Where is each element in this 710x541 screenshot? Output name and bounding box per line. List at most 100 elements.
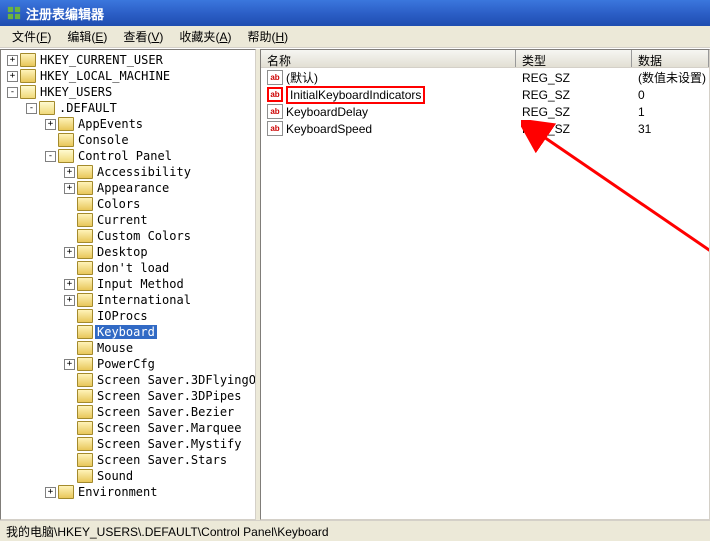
tree-node[interactable]: Screen Saver.3DFlyingObj <box>3 372 256 388</box>
expand-icon[interactable]: + <box>64 279 75 290</box>
tree-label[interactable]: International <box>95 293 193 307</box>
tree-label[interactable]: Custom Colors <box>95 229 193 243</box>
tree-node[interactable]: + International <box>3 292 256 308</box>
folder-icon <box>77 405 93 419</box>
tree-label[interactable]: Screen Saver.Bezier <box>95 405 236 419</box>
expand-icon[interactable]: + <box>7 71 18 82</box>
menu-favorites[interactable]: 收藏夹(A) <box>171 26 239 47</box>
tree-label[interactable]: HKEY_LOCAL_MACHINE <box>38 69 172 83</box>
tree-node[interactable]: Mouse <box>3 340 256 356</box>
collapse-icon[interactable]: - <box>7 87 18 98</box>
expand-icon[interactable]: + <box>64 247 75 258</box>
spacer <box>64 439 75 450</box>
tree-node[interactable]: + AppEvents <box>3 116 256 132</box>
folder-icon <box>77 261 93 275</box>
tree-label[interactable]: Screen Saver.3DFlyingObj <box>95 373 256 387</box>
menu-edit[interactable]: 编辑(E) <box>59 26 115 47</box>
tree-node[interactable]: + Desktop <box>3 244 256 260</box>
tree-node[interactable]: + Environment <box>3 484 256 500</box>
tree-label[interactable]: Screen Saver.Stars <box>95 453 229 467</box>
tree-pane[interactable]: +HKEY_CURRENT_USER+HKEY_LOCAL_MACHINE-HK… <box>0 49 256 520</box>
folder-icon <box>77 309 93 323</box>
tree-label[interactable]: Mouse <box>95 341 135 355</box>
expand-icon[interactable]: + <box>45 119 56 130</box>
expand-icon[interactable]: + <box>64 167 75 178</box>
menu-help[interactable]: 帮助(H) <box>239 26 296 47</box>
tree-label[interactable]: don't load <box>95 261 171 275</box>
list-row[interactable]: abInitialKeyboardIndicatorsREG_SZ0 <box>261 86 709 103</box>
tree-label[interactable]: .DEFAULT <box>57 101 119 115</box>
tree-label[interactable]: HKEY_USERS <box>38 85 114 99</box>
spacer <box>64 391 75 402</box>
tree-node[interactable]: Keyboard <box>3 324 256 340</box>
tree-node[interactable]: Screen Saver.Stars <box>3 452 256 468</box>
list-row[interactable]: ab(默认)REG_SZ(数值未设置) <box>261 69 709 86</box>
tree-label[interactable]: IOProcs <box>95 309 150 323</box>
tree-label[interactable]: Accessibility <box>95 165 193 179</box>
value-name: KeyboardDelay <box>286 105 368 119</box>
tree-node[interactable]: + Input Method <box>3 276 256 292</box>
spacer <box>64 423 75 434</box>
col-header-type[interactable]: 类型 <box>516 50 632 67</box>
string-value-icon: ab <box>267 87 283 102</box>
menu-view[interactable]: 查看(V) <box>115 26 171 47</box>
tree-node[interactable]: + HKEY_CURRENT_USER <box>3 52 256 68</box>
tree-label[interactable]: AppEvents <box>76 117 145 131</box>
tree-label[interactable]: Sound <box>95 469 135 483</box>
tree-label[interactable]: Screen Saver.Marquee <box>95 421 244 435</box>
spacer <box>64 455 75 466</box>
tree-node[interactable]: - .DEFAULT <box>3 100 256 116</box>
tree-label[interactable]: Console <box>76 133 131 147</box>
tree-node[interactable]: don't load <box>3 260 256 276</box>
tree-node[interactable]: Screen Saver.Bezier <box>3 404 256 420</box>
menu-bar: 文件(F) 编辑(E) 查看(V) 收藏夹(A) 帮助(H) <box>0 26 710 48</box>
tree-node[interactable]: + HKEY_LOCAL_MACHINE <box>3 68 256 84</box>
tree-node[interactable]: + Appearance <box>3 180 256 196</box>
expand-icon[interactable]: + <box>64 359 75 370</box>
tree-label[interactable]: Screen Saver.Mystify <box>95 437 244 451</box>
tree-label[interactable]: Screen Saver.3DPipes <box>95 389 244 403</box>
tree-label[interactable]: Environment <box>76 485 159 499</box>
tree-label[interactable]: Desktop <box>95 245 150 259</box>
list-row[interactable]: abKeyboardDelayREG_SZ1 <box>261 103 709 120</box>
tree-node[interactable]: - Control Panel <box>3 148 256 164</box>
expand-icon[interactable]: + <box>45 487 56 498</box>
tree-node[interactable]: Current <box>3 212 256 228</box>
tree-node[interactable]: Custom Colors <box>3 228 256 244</box>
folder-icon <box>77 197 93 211</box>
tree-label[interactable]: Colors <box>95 197 142 211</box>
collapse-icon[interactable]: - <box>45 151 56 162</box>
tree-label[interactable]: Keyboard <box>95 325 157 339</box>
tree-node[interactable]: Screen Saver.3DPipes <box>3 388 256 404</box>
expand-icon[interactable]: + <box>64 295 75 306</box>
menu-file[interactable]: 文件(F) <box>4 26 59 47</box>
folder-icon <box>77 293 93 307</box>
tree-node[interactable]: Screen Saver.Marquee <box>3 420 256 436</box>
tree-label[interactable]: Appearance <box>95 181 171 195</box>
tree-node[interactable]: Screen Saver.Mystify <box>3 436 256 452</box>
expand-icon[interactable]: + <box>64 183 75 194</box>
tree-node[interactable]: - HKEY_USERS <box>3 84 256 100</box>
tree-node[interactable]: + PowerCfg <box>3 356 256 372</box>
value-type: REG_SZ <box>516 88 632 102</box>
spacer <box>64 407 75 418</box>
value-name: (默认) <box>286 69 318 86</box>
col-header-data[interactable]: 数据 <box>632 50 709 67</box>
tree-node[interactable]: Colors <box>3 196 256 212</box>
tree-node[interactable]: Console <box>3 132 256 148</box>
tree-node[interactable]: IOProcs <box>3 308 256 324</box>
tree-label[interactable]: Control Panel <box>76 149 174 163</box>
tree-node[interactable]: Sound <box>3 468 256 484</box>
list-row[interactable]: abKeyboardSpeedREG_SZ31 <box>261 120 709 137</box>
collapse-icon[interactable]: - <box>26 103 37 114</box>
col-header-name[interactable]: 名称 <box>261 50 516 67</box>
value-type: REG_SZ <box>516 122 632 136</box>
tree-node[interactable]: + Accessibility <box>3 164 256 180</box>
values-pane[interactable]: 名称 类型 数据 ab(默认)REG_SZ(数值未设置)abInitialKey… <box>260 49 710 520</box>
expand-icon[interactable]: + <box>7 55 18 66</box>
tree-label[interactable]: PowerCfg <box>95 357 157 371</box>
tree-label[interactable]: HKEY_CURRENT_USER <box>38 53 165 67</box>
tree-label[interactable]: Current <box>95 213 150 227</box>
tree-label[interactable]: Input Method <box>95 277 186 291</box>
folder-icon <box>77 357 93 371</box>
